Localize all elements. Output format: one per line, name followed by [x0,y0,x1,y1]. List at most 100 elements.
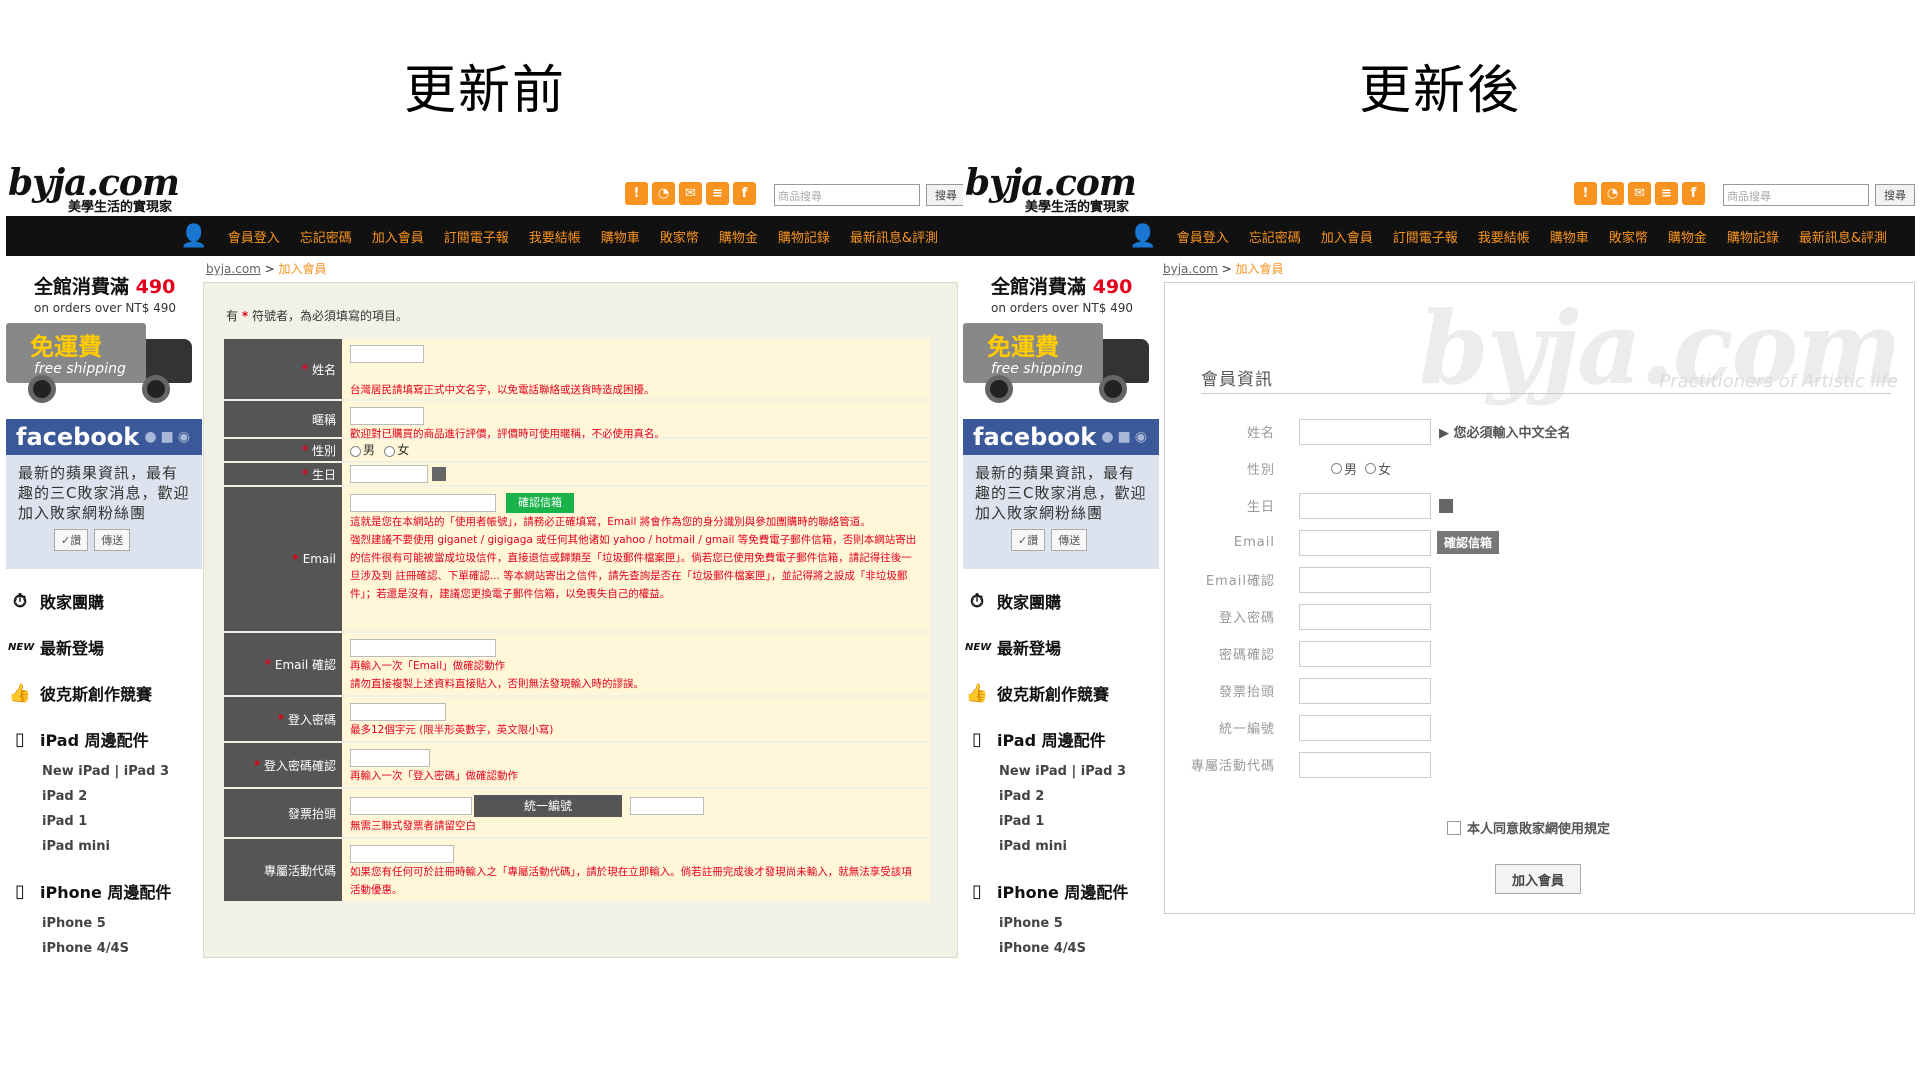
nav-coins[interactable]: 敗家幣 [1599,227,1658,246]
submenu-item[interactable]: New iPad | iPad 3 [42,759,202,784]
free-shipping-banner[interactable]: 免運費 free shipping [963,323,1159,413]
facebook-icon[interactable]: f [733,182,756,205]
male-radio[interactable] [350,445,361,457]
nav-credit[interactable]: 購物金 [709,227,768,246]
nav-coins[interactable]: 敗家幣 [650,227,709,246]
nav-news[interactable]: 最新訊息&評測 [1789,227,1897,246]
submenu-item[interactable]: iPad mini [999,834,1159,859]
submenu-item[interactable]: iPad 2 [999,784,1159,809]
search-input[interactable]: 商品搜尋 [774,184,920,206]
calendar-icon[interactable] [1439,498,1453,513]
password-confirm-input[interactable] [350,749,430,767]
facebook-header[interactable]: facebook ●■◉ [6,419,202,455]
verify-email-button[interactable]: 確認信箱 [506,493,574,513]
nav-forgot-password[interactable]: 忘記密碼 [290,227,362,246]
user-icon[interactable]: 👤 [1129,224,1156,249]
menu-ipad[interactable]: ▯ iPad 周邊配件 [965,727,1159,751]
email-input[interactable] [350,494,496,512]
submenu-item[interactable]: iPhone 4/4S [999,936,1159,958]
facebook-title: facebook [16,423,140,451]
menu-contest[interactable]: 👍 彼克斯創作競賽 [965,681,1159,705]
field-value: 台灣居民請填寫正式中文名字，以免電話聯絡或送貨時造成困擾。 [342,339,930,399]
send-button[interactable]: 傳送 [1051,529,1088,551]
breadcrumb-home[interactable]: byja.com [206,262,261,276]
mail-icon[interactable]: ✉ [679,182,702,205]
menu-group-buy[interactable]: ⏱ 敗家團購 [8,589,202,613]
submenu-item[interactable]: iPad 1 [42,809,202,834]
menu-iphone[interactable]: ▯ iPhone 周邊配件 [8,879,202,903]
password-input[interactable] [350,703,446,721]
nav-checkout[interactable]: 我要結帳 [1468,227,1540,246]
facebook-header[interactable]: facebook ●■◉ [963,419,1159,455]
send-button[interactable]: 傳送 [94,529,131,551]
nav-cart[interactable]: 購物車 [1540,227,1599,246]
male-radio[interactable] [1331,463,1342,474]
breadcrumb-home[interactable]: byja.com [1163,262,1218,276]
nav-newsletter[interactable]: 訂閱電子報 [1383,227,1468,246]
password-input[interactable] [1299,603,1431,630]
submenu-item[interactable]: New iPad | iPad 3 [999,759,1159,784]
submenu-item[interactable]: iPhone 5 [999,911,1159,936]
nav-news[interactable]: 最新訊息&評測 [840,227,948,246]
email-confirm-input[interactable] [350,639,496,657]
menu-contest[interactable]: 👍 彼克斯創作競賽 [8,681,202,705]
verify-email-button[interactable]: 確認信箱 [1437,531,1500,554]
nav-cart[interactable]: 購物車 [591,227,650,246]
calendar-icon[interactable] [432,467,446,481]
like-button[interactable]: ✓讚 [54,529,89,551]
nav-join[interactable]: 加入會員 [362,227,434,246]
name-input[interactable] [1299,418,1431,445]
agree-checkbox[interactable] [1447,820,1461,835]
password-confirm-input[interactable] [1299,640,1431,667]
menu-new[interactable]: NEW 最新登場 [965,635,1159,659]
submenu-item[interactable]: iPhone 5 [42,911,202,936]
mail-icon[interactable]: ✉ [1628,182,1651,205]
side-menu: ⏱ 敗家團購 NEW 最新登場 👍 彼克斯創作競賽 ▯ iPad 周邊配件 New iP… [6,589,202,958]
birthday-input[interactable] [1299,492,1431,519]
facebook-icon[interactable]: f [1682,182,1705,205]
birthday-input[interactable] [350,465,428,483]
invoice-title-input[interactable] [350,797,472,815]
rss-icon[interactable]: ◔ [1601,182,1624,205]
nav-login[interactable]: 會員登入 [218,227,290,246]
nav-login[interactable]: 會員登入 [1167,227,1239,246]
nav-newsletter[interactable]: 訂閱電子報 [434,227,519,246]
search-input[interactable]: 商品搜尋 [1723,184,1869,206]
user-icon[interactable]: 👤 [180,224,207,249]
nickname-input[interactable] [350,407,424,425]
info-icon[interactable]: ! [1574,182,1597,205]
list-icon[interactable]: ≡ [1655,182,1678,205]
invoice-title-input[interactable] [1299,677,1431,704]
submenu-item[interactable]: iPad 1 [999,809,1159,834]
promo-code-input[interactable] [1299,751,1431,778]
nav-forgot-password[interactable]: 忘記密碼 [1239,227,1311,246]
join-member-button[interactable]: 加入會員 [1495,864,1581,894]
free-shipping-banner[interactable]: 免運費 free shipping [6,323,202,413]
submenu-item[interactable]: iPad 2 [42,784,202,809]
female-radio[interactable] [384,445,396,457]
tax-id-input[interactable] [630,797,705,815]
list-icon[interactable]: ≡ [706,182,729,205]
nav-checkout[interactable]: 我要結帳 [519,227,591,246]
name-input[interactable] [350,345,424,363]
submenu-item[interactable]: iPhone 4/4S [42,936,202,958]
female-radio[interactable] [1365,463,1377,474]
tax-id-input[interactable] [1299,714,1431,741]
menu-group-buy[interactable]: ⏱ 敗家團購 [965,589,1159,613]
email-confirm-input[interactable] [1299,566,1431,593]
email-input[interactable] [1299,529,1431,556]
rss-icon[interactable]: ◔ [652,182,675,205]
menu-iphone[interactable]: ▯ iPhone 周邊配件 [965,879,1159,903]
search-button[interactable]: 搜尋 [1875,184,1915,206]
nav-history[interactable]: 購物記錄 [1717,227,1789,246]
submenu-item[interactable]: iPad mini [42,834,202,859]
nav-history[interactable]: 購物記錄 [768,227,840,246]
menu-ipad[interactable]: ▯ iPad 周邊配件 [8,727,202,751]
like-button[interactable]: ✓讚 [1011,529,1046,551]
menu-new[interactable]: NEW 最新登場 [8,635,202,659]
nav-join[interactable]: 加入會員 [1311,227,1383,246]
nav-credit[interactable]: 購物金 [1658,227,1717,246]
search-button[interactable]: 搜尋 [926,184,966,206]
info-icon[interactable]: ! [625,182,648,205]
promo-code-input[interactable] [350,845,454,863]
